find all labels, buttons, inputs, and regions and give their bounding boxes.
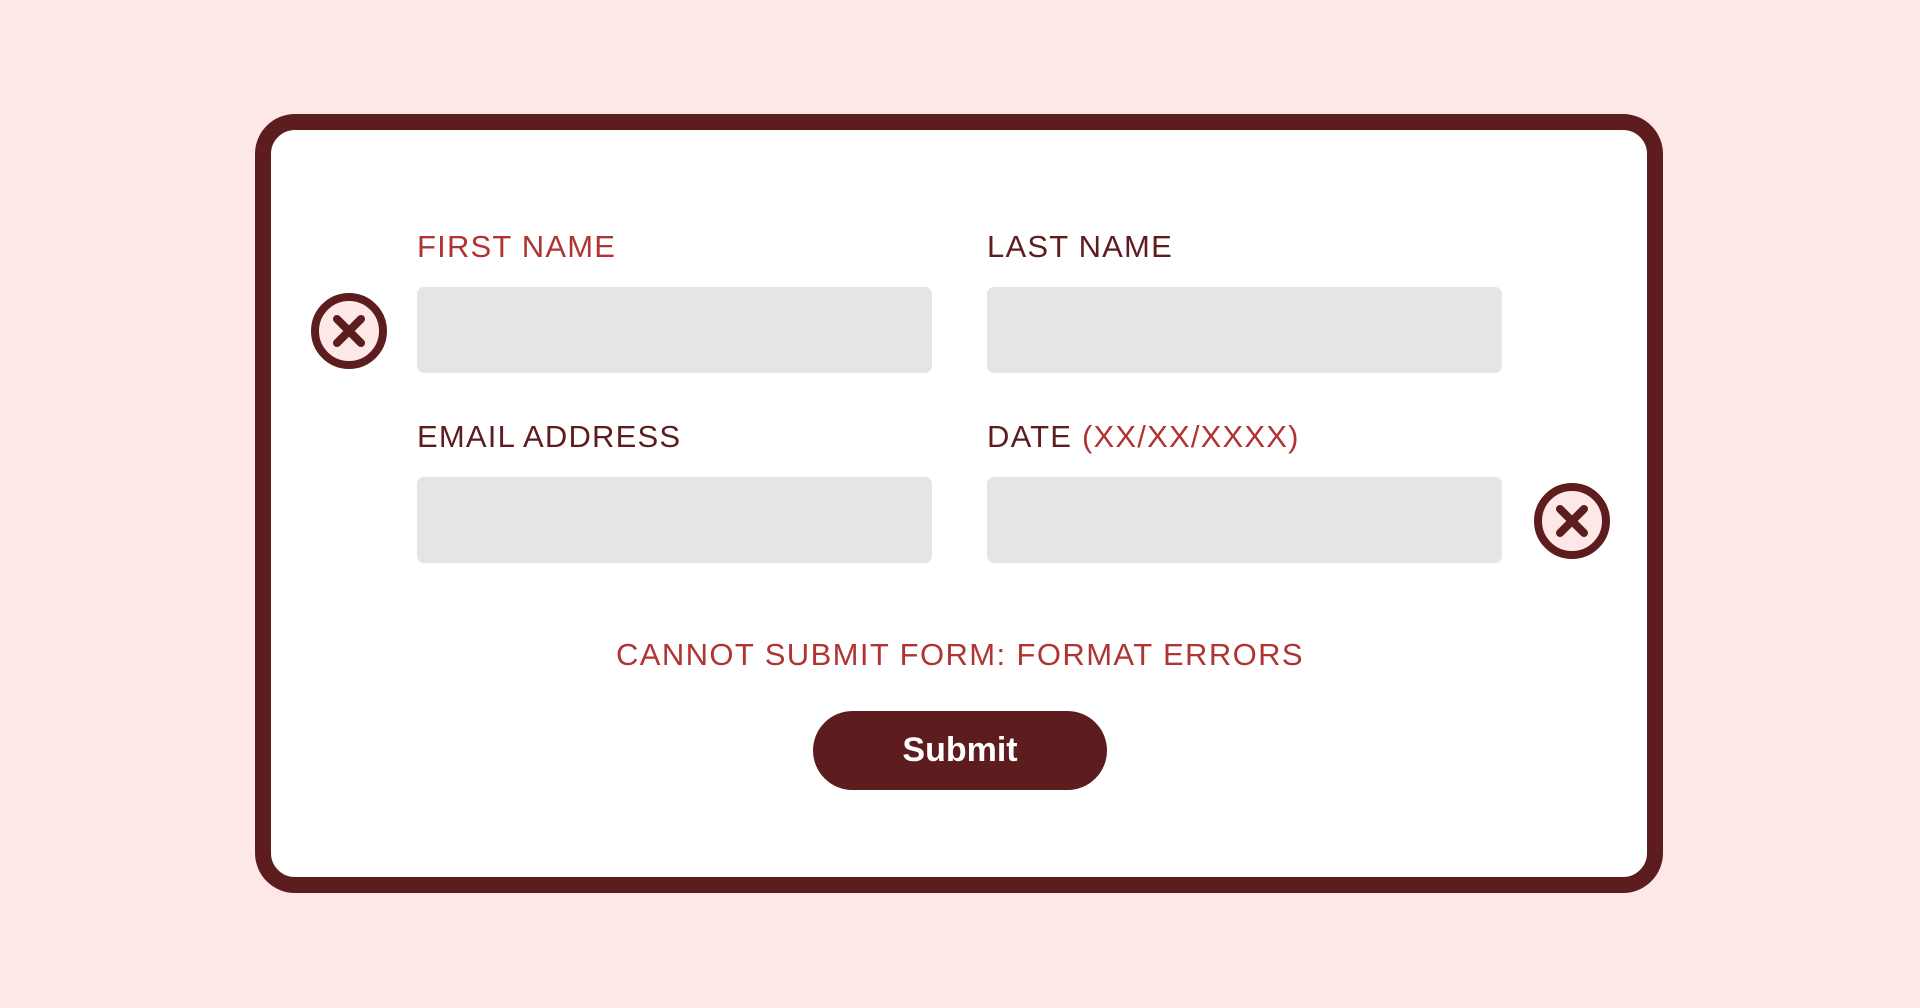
first-name-field[interactable] <box>417 287 932 373</box>
x-circle-icon <box>310 292 388 370</box>
date-field[interactable] <box>987 477 1502 563</box>
form-error-message: CANNOT SUBMIT FORM: FORMAT ERRORS <box>615 637 1305 672</box>
date-label: DATE (XX/XX/XXXX) <box>987 419 1300 455</box>
date-label-text: DATE <box>987 419 1073 454</box>
last-name-label: LAST NAME <box>987 229 1173 264</box>
email-field[interactable] <box>417 477 932 563</box>
submit-button[interactable]: Submit <box>813 711 1107 790</box>
x-circle-icon <box>1533 482 1611 560</box>
date-format-hint: (XX/XX/XXXX) <box>1082 419 1300 454</box>
last-name-field[interactable] <box>987 287 1502 373</box>
email-address-label: EMAIL ADDRESS <box>417 419 682 454</box>
first-name-label: FIRST NAME <box>417 229 617 264</box>
